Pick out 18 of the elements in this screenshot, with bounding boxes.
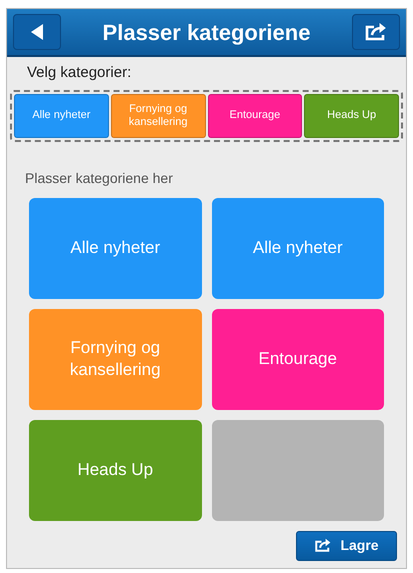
category-chip[interactable]: Heads Up (304, 94, 399, 138)
share-icon (314, 538, 332, 553)
back-button[interactable] (13, 14, 61, 50)
back-icon (31, 24, 43, 40)
board-label: Plasser kategoriene her (25, 168, 173, 188)
window-title: Plasser kategoriene (102, 18, 310, 47)
category-tile[interactable]: Alle nyheter (29, 198, 202, 298)
category-tile[interactable]: Alle nyheter (212, 198, 384, 298)
category-chip[interactable]: Alle nyheter (14, 94, 109, 138)
picker-label: Velg kategorier: (27, 63, 132, 83)
share-button[interactable] (352, 14, 400, 50)
category-tile[interactable]: Entourage (212, 308, 384, 410)
category-tile[interactable]: Fornying og kansellering (29, 308, 202, 410)
category-chip[interactable]: Entourage (208, 94, 302, 138)
category-chip[interactable]: Fornying og kansellering (110, 94, 206, 138)
share-icon (364, 22, 388, 42)
category-tile[interactable]: Heads Up (29, 420, 202, 520)
save-button[interactable]: Lagre (296, 530, 397, 560)
